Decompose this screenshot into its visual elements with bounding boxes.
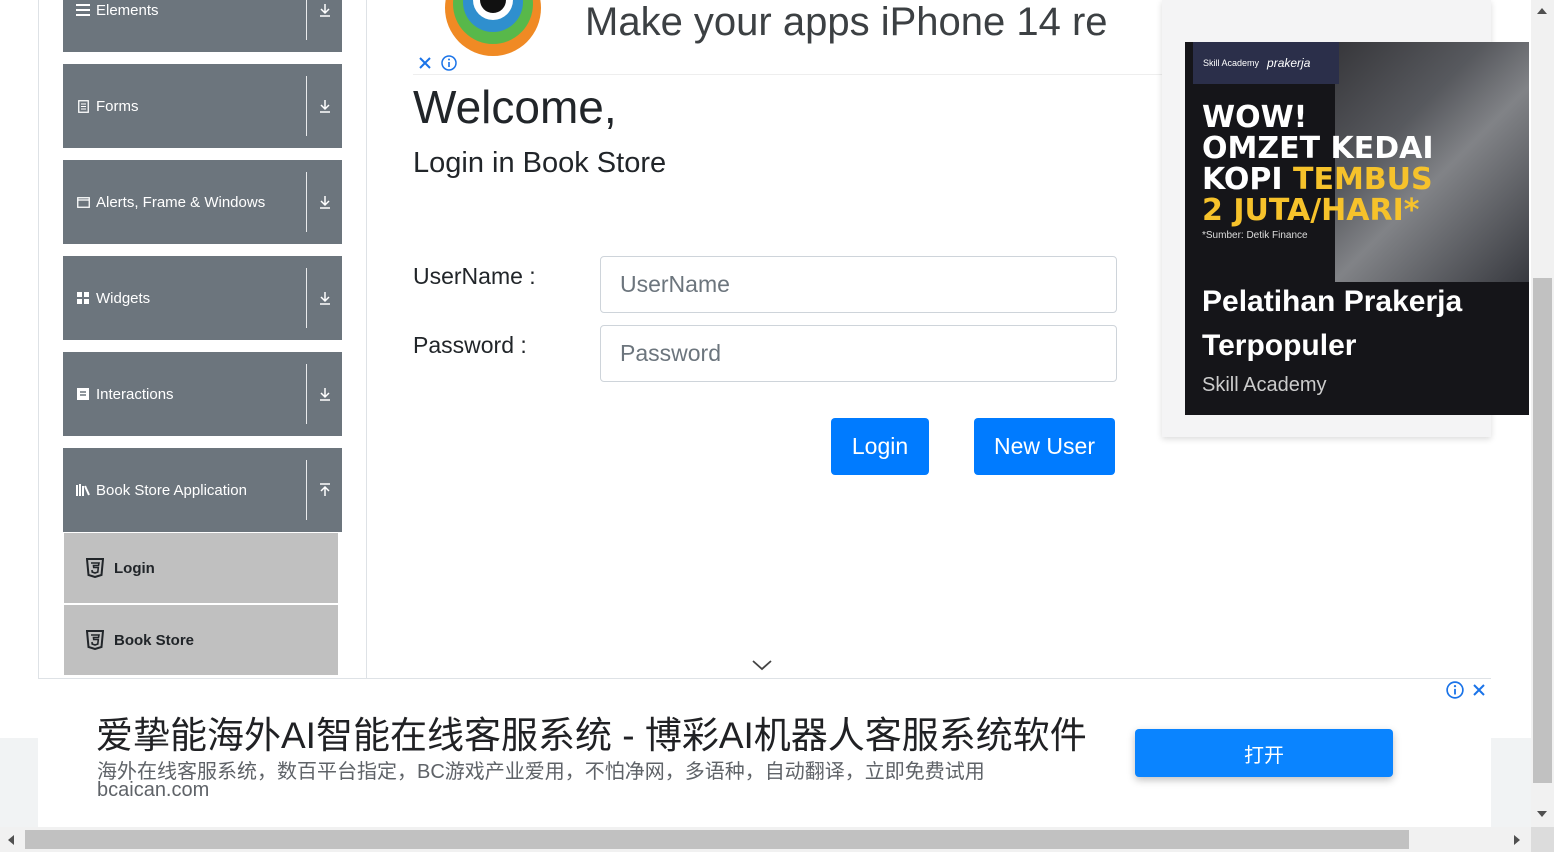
sidebar-group-widgets[interactable]: Widgets [63,256,342,340]
ad-brand-bar: Skill Academy prakerja [1193,42,1339,84]
ad-source: *Sumber: Detik Finance [1202,230,1308,241]
login-button[interactable]: Login [831,418,929,475]
sidebar-group-elements[interactable]: Elements [63,0,342,52]
ad-brand-1: Skill Academy [1203,58,1260,68]
sidebar-item-label: Login [114,559,155,577]
sidebar-item-book-store[interactable]: Book Store [64,605,338,675]
library-icon [76,483,90,497]
sidebar-item-login[interactable]: Login [64,533,338,603]
sidebar-group-label: Forms [96,97,139,115]
window-icon [76,195,90,209]
ad-info-icon[interactable] [1445,680,1464,699]
username-label: UserName : [413,263,536,289]
sidebar-group-label: Book Store Application [96,481,247,499]
ad-org: Skill Academy [1202,374,1327,396]
page-subtitle: Login in Book Store [413,147,667,179]
page-title: Welcome, [413,81,617,133]
html5-icon [85,558,105,579]
username-input[interactable] [600,256,1117,313]
collapse-icon[interactable] [307,448,342,532]
html5-icon [85,630,105,651]
ad-text: Make your apps iPhone 14 re [585,0,1108,44]
sidebar-group-forms[interactable]: Forms [63,64,342,148]
page-frame-left [38,0,39,738]
scroll-down-icon[interactable] [1537,811,1547,817]
grid-icon [76,291,90,305]
interaction-icon [76,387,90,401]
horizontal-scrollbar[interactable] [0,827,1531,852]
top-ad-banner[interactable]: Make your apps iPhone 14 re [413,0,1163,75]
chevron-down-icon[interactable] [752,659,772,671]
scrollbar-thumb[interactable] [1533,278,1552,783]
ad-line-3b: TEMBUS [1293,162,1433,197]
sidebar-group-alerts[interactable]: Alerts, Frame & Windows [63,160,342,244]
sidebar-group-label: Alerts, Frame & Windows [96,193,266,211]
sidebar-item-label: Book Store [114,631,195,649]
ad-line-3a: KOPI [1202,162,1293,197]
scrollbar-thumb[interactable] [25,830,1409,849]
ad-headline: WOW! OMZET KEDAI KOPI TEMBUS 2 JUTA/HARI… [1202,102,1434,226]
sidebar-group-label: Interactions [96,385,174,403]
sidebar-group-label: Widgets [96,289,151,307]
scroll-right-icon[interactable] [1514,835,1520,845]
ad-close-icon[interactable] [1469,680,1488,699]
ad-logo-icon [445,0,541,56]
ad-close-icon[interactable] [415,53,434,72]
ad-domain: bcaican.com [97,779,210,801]
ad-line-4: 2 JUTA/HARI* [1202,193,1420,228]
list-icon [76,3,90,17]
ad-line-1: WOW! [1202,100,1308,135]
sidebar-group-book-store[interactable]: Book Store Application [63,448,342,532]
sidebar-group-interactions[interactable]: Interactions [63,352,342,436]
scrollbar-corner [1531,827,1554,852]
page-frame-right [366,0,367,678]
scroll-left-icon[interactable] [8,835,14,845]
ad-title: Pelatihan Prakerja Terpopuler [1202,285,1463,362]
expand-icon[interactable] [307,352,342,436]
expand-icon[interactable] [307,0,342,52]
ad-brand-2: prakerja [1267,56,1311,70]
sidebar-group-label: Elements [96,1,159,19]
vertical-scrollbar[interactable] [1531,0,1554,827]
form-icon [76,99,90,113]
password-input[interactable] [600,325,1117,382]
ad-info-icon[interactable] [439,53,458,72]
expand-icon[interactable] [307,160,342,244]
ad-line-2: OMZET KEDAI [1202,131,1434,166]
bottom-ad-banner[interactable]: 爱挚能海外AI智能在线客服系统 - 博彩AI机器人客服系统软件 海外在线客服系统… [38,678,1491,828]
password-label: Password : [413,332,527,358]
new-user-button[interactable]: New User [974,418,1115,475]
right-ad-banner[interactable]: Skill Academy prakerja WOW! OMZET KEDAI … [1185,42,1529,415]
ad-description: 海外在线客服系统，数百平台指定，BC游戏产业爱用，不怕净网，多语种，自动翻译，立… [97,761,985,783]
ad-headline: 爱挚能海外AI智能在线客服系统 - 博彩AI机器人客服系统软件 [96,715,1087,756]
expand-icon[interactable] [307,64,342,148]
scroll-up-icon[interactable] [1537,8,1547,14]
expand-icon[interactable] [307,256,342,340]
ad-open-button[interactable]: 打开 [1135,729,1393,777]
